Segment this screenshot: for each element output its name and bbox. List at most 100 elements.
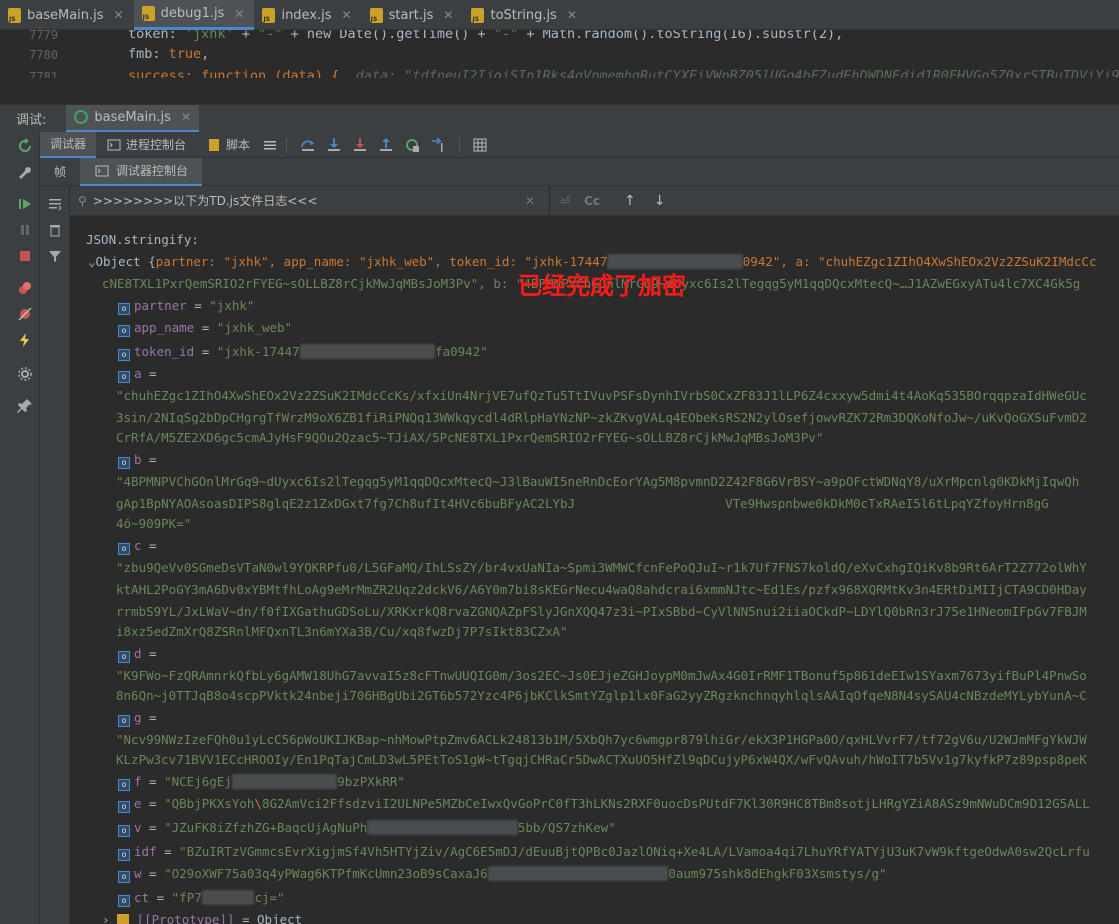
- editor-tab-index[interactable]: index.js ✕: [254, 0, 361, 30]
- editor-tab-debug1[interactable]: debug1.js ✕: [133, 0, 255, 30]
- pause-icon[interactable]: [17, 222, 33, 238]
- field-d-value: 8n6Qn~j0TTJqB8o4scpPVktk24nbeji706HBgUbi…: [116, 688, 1087, 703]
- menu-lines-icon[interactable]: [262, 137, 278, 153]
- field-d[interactable]: od =: [118, 646, 157, 663]
- run-to-cursor-icon[interactable]: [430, 136, 446, 153]
- regex-toggle-icon[interactable]: ⏎: [560, 194, 570, 208]
- field-a[interactable]: oa =: [118, 366, 157, 383]
- field-icon: o: [118, 651, 130, 663]
- step-into-icon[interactable]: [326, 137, 342, 153]
- console-icon: [94, 163, 110, 179]
- debugger-toolbar: 调试器 进程控制台 脚本: [40, 131, 1119, 158]
- close-icon[interactable]: ✕: [342, 8, 352, 22]
- code-editor[interactable]: 7779 token: 'jxhk' + "-" + new Date().ge…: [0, 30, 1119, 78]
- lightning-icon[interactable]: [17, 332, 33, 348]
- js-file-icon: [8, 7, 21, 23]
- editor-tab-label: index.js: [281, 7, 332, 23]
- tab-frames[interactable]: 帧: [40, 158, 80, 186]
- field-c[interactable]: oc =: [118, 538, 157, 555]
- field-idf[interactable]: o idf = "BZuIRTzVGmmcsEvrXigjmSf4Vh5HTYjZ…: [118, 844, 1090, 861]
- match-case-icon[interactable]: Cc: [584, 194, 600, 208]
- tab-debugger-console[interactable]: 调试器控制台: [80, 157, 203, 186]
- debug-panel-header: 调试: baseMain.js ✕: [0, 104, 1119, 133]
- prototype-icon: [117, 914, 130, 924]
- field-icon: o: [118, 895, 130, 907]
- restart-frame-icon[interactable]: [404, 137, 420, 153]
- field-d-value: "K9FWo~FzQRAmnrkQfbLy6gAMW18UhG7avvaI5z8…: [116, 668, 1087, 683]
- soft-wrap-icon[interactable]: [47, 196, 63, 212]
- tab-process-console[interactable]: 进程控制台: [96, 132, 196, 158]
- field-e[interactable]: oe = "QBbjPKXsYoh\8G2AmVci2FfsdzviI2ULNP…: [118, 796, 1090, 813]
- field-w[interactable]: ow = "O29oXWF75a03q4yPWag6KTPfmKcUmn23oB…: [118, 866, 887, 883]
- field-b-value: gAp1BpNYAOAsoasDIPS8glqE2z1ZxDGxt7fg7Ch8…: [116, 496, 1049, 511]
- debug-side-toolbar: [10, 132, 40, 924]
- search-icon: ⚲: [78, 193, 87, 208]
- next-match-icon[interactable]: ↓: [654, 193, 666, 209]
- previous-match-icon[interactable]: ↑: [624, 193, 636, 209]
- rerun-icon[interactable]: [17, 138, 33, 154]
- editor-tab-label: start.js: [388, 7, 434, 23]
- force-step-into-icon[interactable]: [352, 137, 368, 153]
- table-grid-icon[interactable]: [472, 137, 488, 153]
- editor-tab-start[interactable]: start.js ✕: [362, 0, 464, 30]
- field-partner[interactable]: o partner = "jxhk": [118, 298, 254, 315]
- field-icon: o: [118, 825, 130, 837]
- debugger-console-output: JSON.stringify: ⌄Object {partner: "jxhk"…: [70, 216, 1119, 924]
- stop-icon[interactable]: [17, 248, 33, 264]
- debug-panel-label: 调试:: [16, 113, 47, 128]
- step-over-icon[interactable]: [300, 137, 316, 153]
- field-icon: o: [118, 779, 130, 791]
- debug-session-tab[interactable]: baseMain.js ✕: [66, 104, 199, 133]
- trash-icon[interactable]: [47, 222, 63, 238]
- chevron-down-icon[interactable]: ⌄: [88, 254, 96, 269]
- field-icon: o: [118, 349, 130, 361]
- line-number: 7779: [29, 30, 58, 42]
- line-number: 7781: [29, 70, 58, 78]
- tab-debugger[interactable]: 调试器: [40, 131, 97, 158]
- console-icon: [106, 137, 122, 153]
- field-icon: o: [118, 715, 130, 727]
- chevron-right-icon[interactable]: ›: [102, 912, 110, 924]
- editor-tab-label: debug1.js: [160, 6, 225, 21]
- prototype-row[interactable]: › [[Prototype]] = Object: [102, 912, 302, 924]
- field-icon: o: [118, 371, 130, 383]
- field-icon: o: [118, 457, 130, 469]
- clear-filter-icon[interactable]: ✕: [525, 194, 535, 208]
- close-icon[interactable]: ✕: [114, 8, 124, 22]
- close-icon[interactable]: ✕: [443, 8, 453, 22]
- field-g[interactable]: og =: [118, 710, 157, 727]
- field-app-name[interactable]: o app_name = "jxhk_web": [118, 320, 292, 337]
- close-icon[interactable]: ✕: [234, 7, 244, 21]
- close-icon[interactable]: ✕: [181, 110, 191, 124]
- field-v[interactable]: ov = "JZuFK8iZfzhZG+BaqcUjAgNuPhxxxxxxxx…: [118, 820, 616, 837]
- js-file-icon: [141, 6, 155, 21]
- console-filter-input[interactable]: ⚲ >>>>>>>>以下为TD.js文件日志<<< ✕: [70, 185, 550, 216]
- resume-icon[interactable]: [17, 196, 33, 212]
- tab-label: 调试器控制台: [116, 164, 189, 178]
- field-icon: o: [118, 801, 130, 813]
- field-g-value: "Ncv99NWzIzeFQh0u1yLcC56pWoUKIJKBap~nhMo…: [116, 732, 1087, 747]
- tab-label: 进程控制台: [126, 138, 187, 152]
- tab-scripts[interactable]: 脚本: [196, 132, 260, 158]
- view-breakpoints-icon[interactable]: [17, 280, 33, 296]
- field-ct[interactable]: oct = "fP7xxxxxxxcj=": [118, 890, 285, 907]
- editor-tab-tostring[interactable]: toString.js ✕: [463, 0, 586, 30]
- field-b[interactable]: ob =: [118, 452, 157, 469]
- mute-breakpoints-icon[interactable]: [17, 306, 33, 322]
- editor-tab-basemain[interactable]: baseMain.js ✕: [0, 0, 134, 30]
- tab-label: 帧: [54, 165, 67, 179]
- field-b-value: "4BPMNPVChGOnlMrGq9~dUyxc6Is2lTegqg5yM1q…: [116, 474, 1080, 489]
- field-f[interactable]: of = "NCEj6gEjxxxxxxxxxxxxxx9bzPXkRR": [118, 774, 405, 791]
- pin-icon[interactable]: [17, 398, 33, 414]
- filter-funnel-icon[interactable]: [47, 248, 63, 264]
- wrench-icon[interactable]: [17, 164, 33, 180]
- code-line: success: function (data) { data: "tdfneu…: [128, 68, 1119, 78]
- settings-gear-icon[interactable]: [17, 366, 33, 382]
- field-icon: o: [118, 303, 130, 315]
- step-out-icon[interactable]: [378, 137, 394, 153]
- field-icon: o: [118, 871, 130, 883]
- console-header: JSON.stringify:: [86, 232, 199, 247]
- field-token-id[interactable]: otoken_id = "jxhk-17447xxxxxxxxxxxxxxxxx…: [118, 344, 488, 361]
- field-icon: o: [118, 543, 130, 555]
- close-icon[interactable]: ✕: [567, 8, 577, 22]
